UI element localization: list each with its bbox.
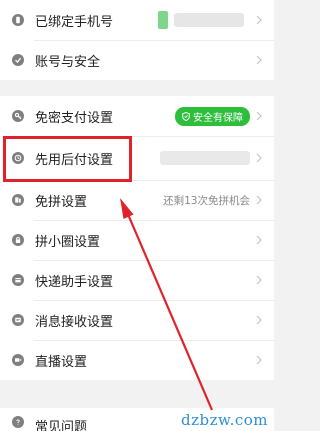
watermark: dzbzw.com	[181, 411, 268, 429]
arrow-annotation	[120, 198, 214, 411]
